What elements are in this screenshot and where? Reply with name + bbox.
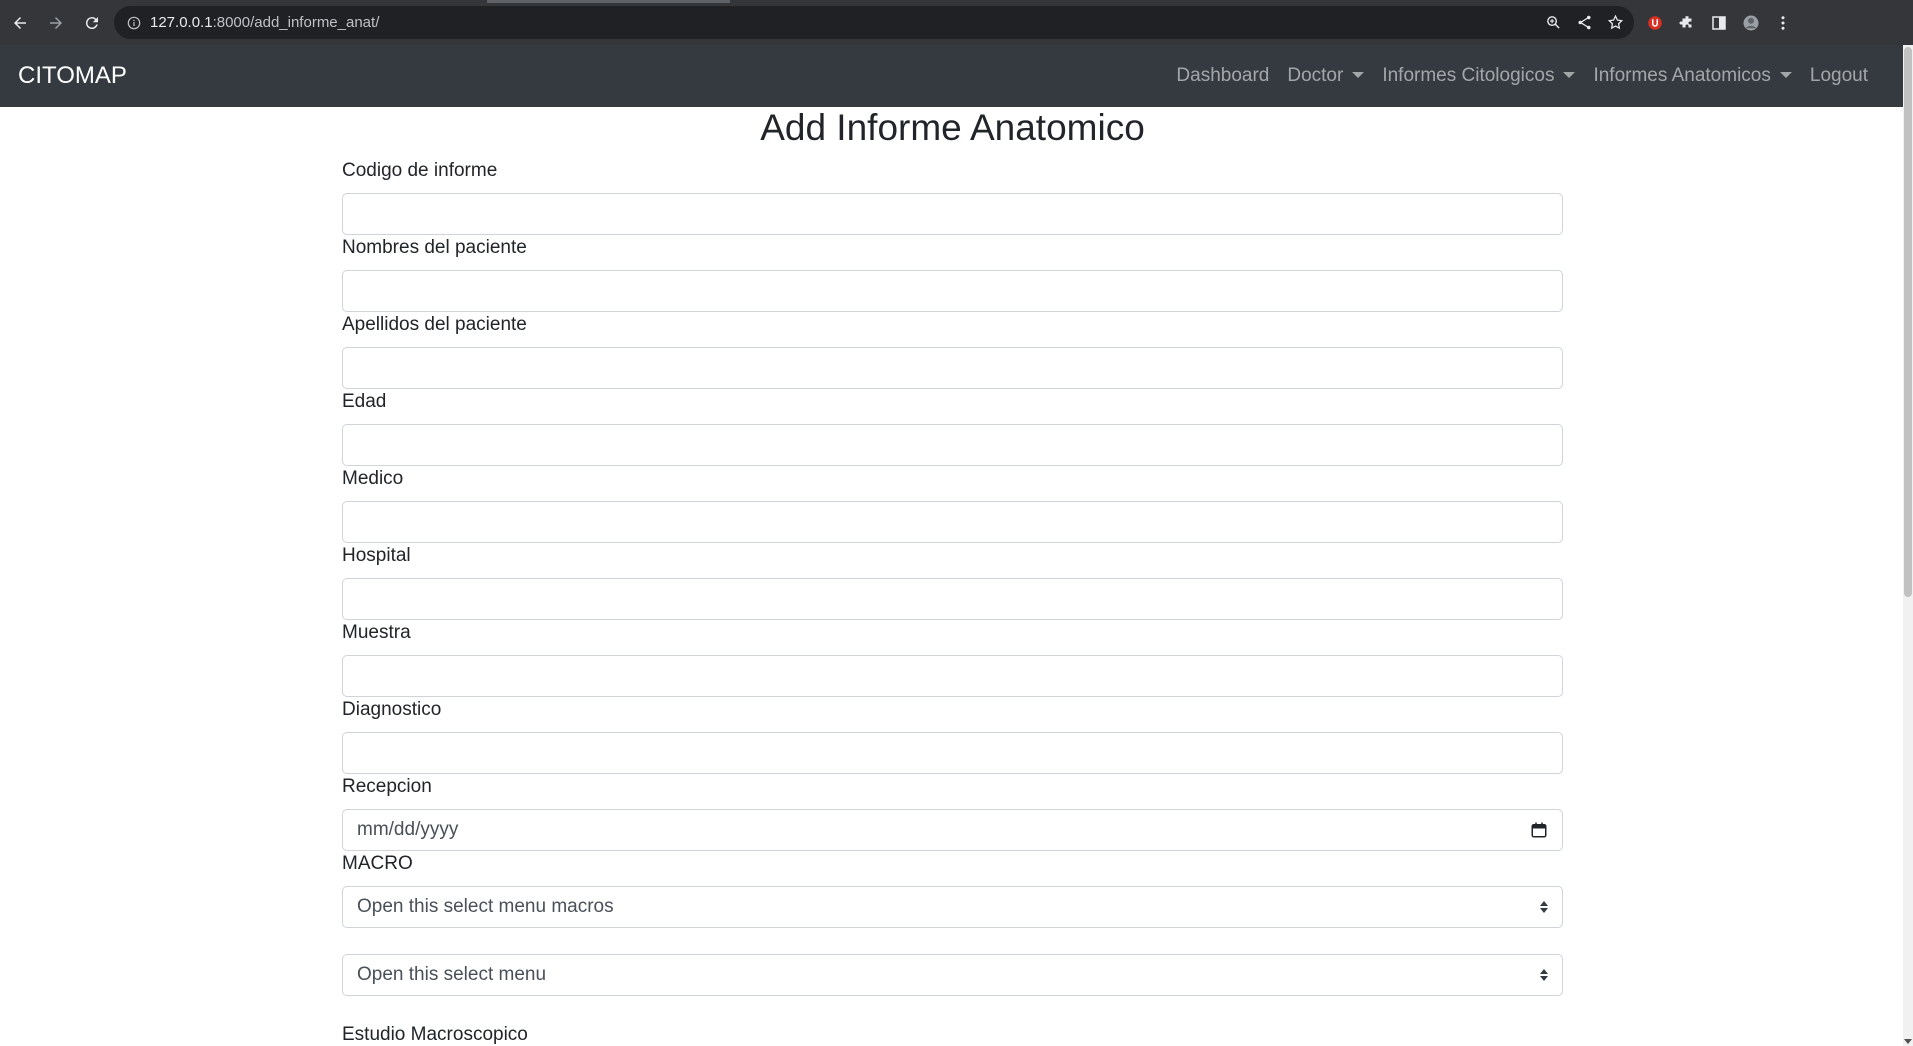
- extensions-puzzle-icon[interactable]: [1678, 14, 1696, 32]
- macro-label: MACRO: [342, 853, 413, 874]
- nav-doctor-dropdown[interactable]: Doctor: [1278, 65, 1373, 87]
- macro-select[interactable]: Open this select menu macros: [342, 886, 1563, 928]
- secondary-selected-value: Open this select menu: [357, 964, 547, 985]
- muestra-input[interactable]: [342, 655, 1563, 697]
- edad-input[interactable]: [342, 424, 1563, 466]
- profile-avatar-icon[interactable]: [1742, 14, 1760, 32]
- recepcion-label: Recepcion: [342, 776, 432, 797]
- edad-label: Edad: [342, 391, 387, 412]
- nombres-input[interactable]: [342, 270, 1563, 312]
- field-codigo: Codigo de informe: [342, 160, 1563, 237]
- nav-logout-label: Logout: [1809, 65, 1868, 86]
- field-macro: MACRO Open this select menu macros: [342, 853, 1563, 930]
- extension-shield-icon[interactable]: [1646, 14, 1664, 32]
- codigo-label: Codigo de informe: [342, 160, 498, 181]
- estudio-macroscopico-label: Estudio Macroscopico: [342, 1024, 528, 1045]
- arrow-left-icon: [14, 16, 26, 29]
- secondary-select-wrapper: Open this select menu: [342, 954, 1563, 996]
- share-icon[interactable]: [1576, 14, 1593, 31]
- page-title: Add Informe Anatomico: [760, 107, 1145, 148]
- nav-informes-citologicos-label: Informes Citologicos: [1382, 65, 1555, 86]
- hospital-input[interactable]: [342, 578, 1563, 620]
- diagnostico-label: Diagnostico: [342, 699, 442, 720]
- navbar-menu: Dashboard Doctor Informes Citologicos In…: [1167, 65, 1877, 87]
- nav-dashboard-label: Dashboard: [1176, 65, 1270, 86]
- muestra-label: Muestra: [342, 622, 411, 643]
- macro-selected-value: Open this select menu macros: [357, 896, 614, 917]
- nav-informes-citologicos-dropdown[interactable]: Informes Citologicos: [1373, 65, 1584, 87]
- field-recepcion: Recepcion mm/dd/yyyy: [342, 776, 1563, 853]
- select-arrows-icon: [1540, 969, 1548, 981]
- add-informe-form: Codigo de informe Nombres del paciente A…: [342, 160, 1563, 930]
- zoom-icon[interactable]: [1545, 14, 1562, 31]
- secondary-select[interactable]: Open this select menu: [342, 954, 1563, 996]
- hospital-label: Hospital: [342, 545, 411, 566]
- nav-dashboard[interactable]: Dashboard: [1167, 65, 1278, 87]
- page-scrollbar[interactable]: [1903, 45, 1913, 1046]
- active-tab-indicator: [487, 0, 730, 3]
- codigo-input[interactable]: [342, 193, 1563, 235]
- url-path: :8000/add_informe_anat/: [212, 14, 380, 31]
- field-muestra: Muestra: [342, 622, 1563, 699]
- app-navbar: CITOMAP Dashboard Doctor Informes Citolo…: [0, 45, 1903, 107]
- reload-icon: [85, 16, 98, 29]
- select-arrows-icon: [1540, 901, 1548, 913]
- browser-toolbar: 127.0.0.1:8000/add_informe_anat/: [0, 0, 1913, 45]
- calendar-icon[interactable]: [1530, 821, 1548, 839]
- url-host: 127.0.0.1: [150, 14, 213, 31]
- field-medico: Medico: [342, 468, 1563, 545]
- more-menu-icon[interactable]: [1774, 14, 1792, 32]
- nav-logout[interactable]: Logout: [1801, 65, 1877, 87]
- caret-down-icon: [1352, 72, 1365, 78]
- nav-doctor-label: Doctor: [1287, 65, 1344, 86]
- medico-input[interactable]: [342, 501, 1563, 543]
- bookmark-star-icon[interactable]: [1607, 14, 1624, 31]
- nav-informes-anatomicos-label: Informes Anatomicos: [1593, 65, 1771, 86]
- field-apellidos: Apellidos del paciente: [342, 314, 1563, 391]
- scroll-down-arrow-icon[interactable]: [1904, 1039, 1912, 1044]
- address-bar[interactable]: 127.0.0.1:8000/add_informe_anat/: [114, 6, 1634, 39]
- field-edad: Edad: [342, 391, 1563, 468]
- field-nombres: Nombres del paciente: [342, 237, 1563, 314]
- forward-button[interactable]: [40, 7, 72, 39]
- diagnostico-input[interactable]: [342, 732, 1563, 774]
- scrollbar-thumb[interactable]: [1904, 47, 1912, 597]
- recepcion-date-input[interactable]: mm/dd/yyyy: [342, 809, 1563, 851]
- back-button[interactable]: [4, 7, 36, 39]
- apellidos-input[interactable]: [342, 347, 1563, 389]
- field-diagnostico: Diagnostico: [342, 699, 1563, 776]
- reload-button[interactable]: [76, 7, 108, 39]
- medico-label: Medico: [342, 468, 404, 489]
- nombres-label: Nombres del paciente: [342, 237, 527, 258]
- date-placeholder: mm/dd/yyyy: [357, 819, 459, 840]
- apellidos-label: Apellidos del paciente: [342, 314, 527, 335]
- arrow-right-icon: [50, 16, 62, 29]
- nav-informes-anatomicos-dropdown[interactable]: Informes Anatomicos: [1584, 65, 1800, 87]
- caret-down-icon: [1563, 72, 1576, 78]
- site-info-icon[interactable]: [126, 15, 142, 31]
- field-hospital: Hospital: [342, 545, 1563, 622]
- side-panel-icon[interactable]: [1710, 14, 1728, 32]
- brand-link[interactable]: CITOMAP: [18, 62, 127, 90]
- caret-down-icon: [1779, 72, 1792, 78]
